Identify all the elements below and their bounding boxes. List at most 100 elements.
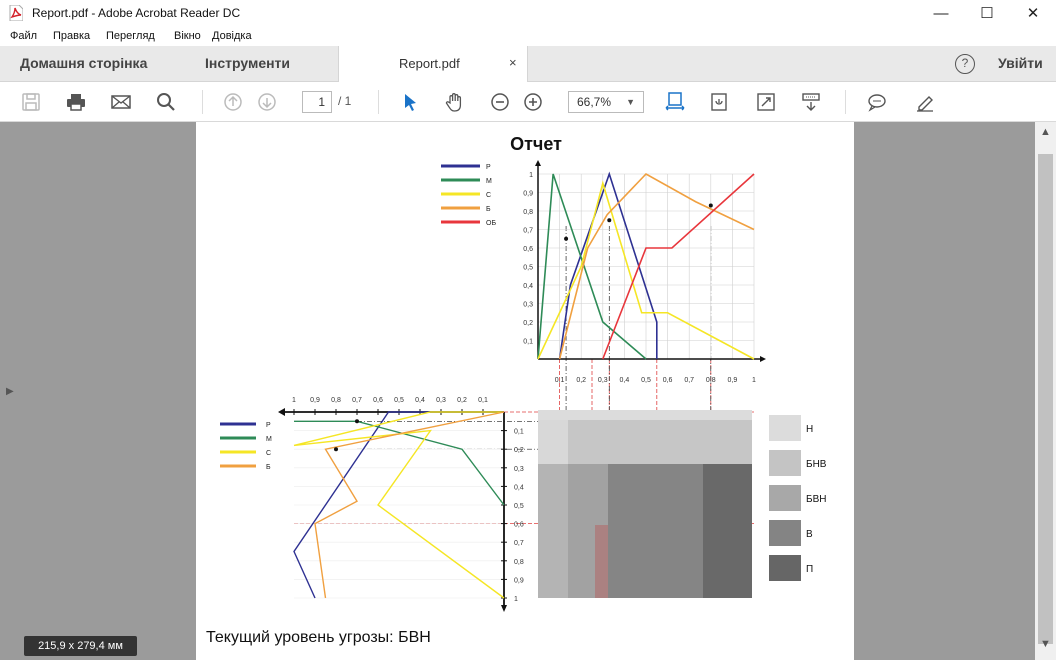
left-panel-toggle[interactable]: ▶ [0,122,20,660]
zoom-select[interactable]: 66,7% ▼ [568,91,644,113]
intersection-point [355,419,359,424]
threat-level-swatch [769,555,801,581]
close-window-button[interactable]: ✕ [1010,0,1056,26]
matrix-band [538,410,752,420]
y-tick-label: 0,4 [523,283,533,290]
threat-level-label: БНВ [806,459,827,470]
tab-home[interactable]: Домашня сторінка [20,55,147,71]
full-screen-icon[interactable] [753,89,779,115]
acrobat-pdf-icon [9,5,23,21]
y-axis-arrow [535,160,541,166]
y-tick-label: 0,3 [523,302,533,309]
legend-label: Б [486,206,491,213]
menu-edit[interactable]: Правка [53,30,90,42]
menu-window[interactable]: Вікно [174,30,201,42]
legend-label: М [486,178,492,185]
tab-document[interactable]: Report.pdf × [338,46,528,82]
report-figure: Отчет 1 0,9 0,8 0,7 0,6 0,5 0,4 0,3 0,2 0,1 0,1 0,2… [206,134,827,646]
fit-page-icon[interactable] [662,89,688,115]
matrix-cell [608,464,703,598]
previous-page-icon[interactable] [220,89,246,115]
help-icon[interactable]: ? [955,54,975,74]
x-tick-label: 0,3 [598,377,608,384]
x-tick-label: 1 [292,397,296,404]
email-icon[interactable] [108,89,134,115]
x-tick-label: 1 [752,377,756,384]
x-tick-label: 0,3 [436,397,446,404]
sign-in-button[interactable]: Увійти [998,55,1043,71]
menu-view[interactable]: Перегляд [106,30,155,42]
threat-level-swatch [769,450,801,476]
threat-level-swatch [769,415,801,441]
menu-help[interactable]: Довідка [212,30,252,42]
save-icon[interactable] [18,89,44,115]
scroll-mode-icon[interactable] [798,89,824,115]
matrix-highlight [595,525,608,598]
legend-label: Р [266,422,271,429]
y-tick-label: 0,9 [514,577,524,584]
x-tick-label: 0,7 [684,377,694,384]
intersection-point [607,218,612,223]
page-number-input[interactable]: 1 [302,91,332,113]
y-axis-arrow [501,605,507,612]
toolbar: 1 / 1 66,7% ▼ [0,82,1056,122]
y-tick-label: 0,8 [514,559,524,566]
y-tick-label: 0,7 [514,540,524,547]
matrix-cell [538,420,568,464]
y-tick-label: 0,5 [523,265,533,272]
close-tab-icon[interactable]: × [509,55,517,70]
x-tick-label: 0,6 [663,377,673,384]
y-tick-label: 0,5 [514,503,524,510]
vertical-scrollbar[interactable]: ▲ ▼ [1035,122,1056,660]
intersection-point [708,203,713,208]
x-tick-label: 0,1 [478,397,488,404]
threat-level-label: В [806,529,813,540]
x-tick-label: 0,6 [373,397,383,404]
threat-level-text: Текущий уровень угрозы: БВН [206,629,431,646]
zoom-out-icon[interactable] [487,89,513,115]
intersection-point [334,447,338,452]
x-axis-arrow [760,356,766,362]
rotate-icon[interactable] [706,89,732,115]
y-tick-label: 0,2 [523,320,533,327]
threat-level-swatch [769,520,801,546]
expand-panel-icon: ▶ [6,386,14,397]
legend-label: ОБ [486,220,496,227]
maximize-button[interactable]: ☐ [964,0,1010,26]
matrix-cell [538,464,568,598]
x-tick-label: 0,9 [310,397,320,404]
search-icon[interactable] [153,89,179,115]
matrix-cell [568,420,752,464]
legend-label: Р [486,164,491,171]
menu-bar: Файл Правка Перегляд Вікно Довідка [0,26,1056,46]
select-cursor-icon[interactable] [397,89,423,115]
highlight-pen-icon[interactable] [912,89,938,115]
x-tick-label: 0,5 [641,377,651,384]
threat-level-label: Н [806,424,813,435]
scroll-down-icon[interactable]: ▼ [1040,638,1051,650]
x-axis-arrow [278,408,285,416]
menu-file[interactable]: Файл [10,30,37,42]
zoom-in-icon[interactable] [520,89,546,115]
x-tick-label: 0,2 [457,397,467,404]
x-tick-label: 0,4 [620,377,630,384]
y-tick-label: 0,4 [514,484,524,491]
chevron-down-icon: ▼ [626,97,635,107]
tab-document-label: Report.pdf [399,56,460,71]
y-tick-label: 0,2 [514,447,524,454]
title-bar: Report.pdf - Adobe Acrobat Reader DC — ☐… [0,0,1056,26]
threat-level-label: БВН [806,494,826,505]
comment-icon[interactable] [864,89,890,115]
scrollbar-thumb[interactable] [1038,154,1053,644]
hand-tool-icon[interactable] [442,89,468,115]
x-tick-label: 0,8 [331,397,341,404]
scroll-up-icon[interactable]: ▲ [1040,126,1051,138]
tab-tools[interactable]: Інструменти [205,55,290,71]
minimize-button[interactable]: — [918,0,964,26]
print-icon[interactable] [63,89,89,115]
report-title: Отчет [510,134,562,154]
zoom-value: 66,7% [577,95,612,109]
x-tick-label: 0,9 [728,377,738,384]
x-tick-label: 0,1 [555,377,565,384]
next-page-icon[interactable] [254,89,280,115]
